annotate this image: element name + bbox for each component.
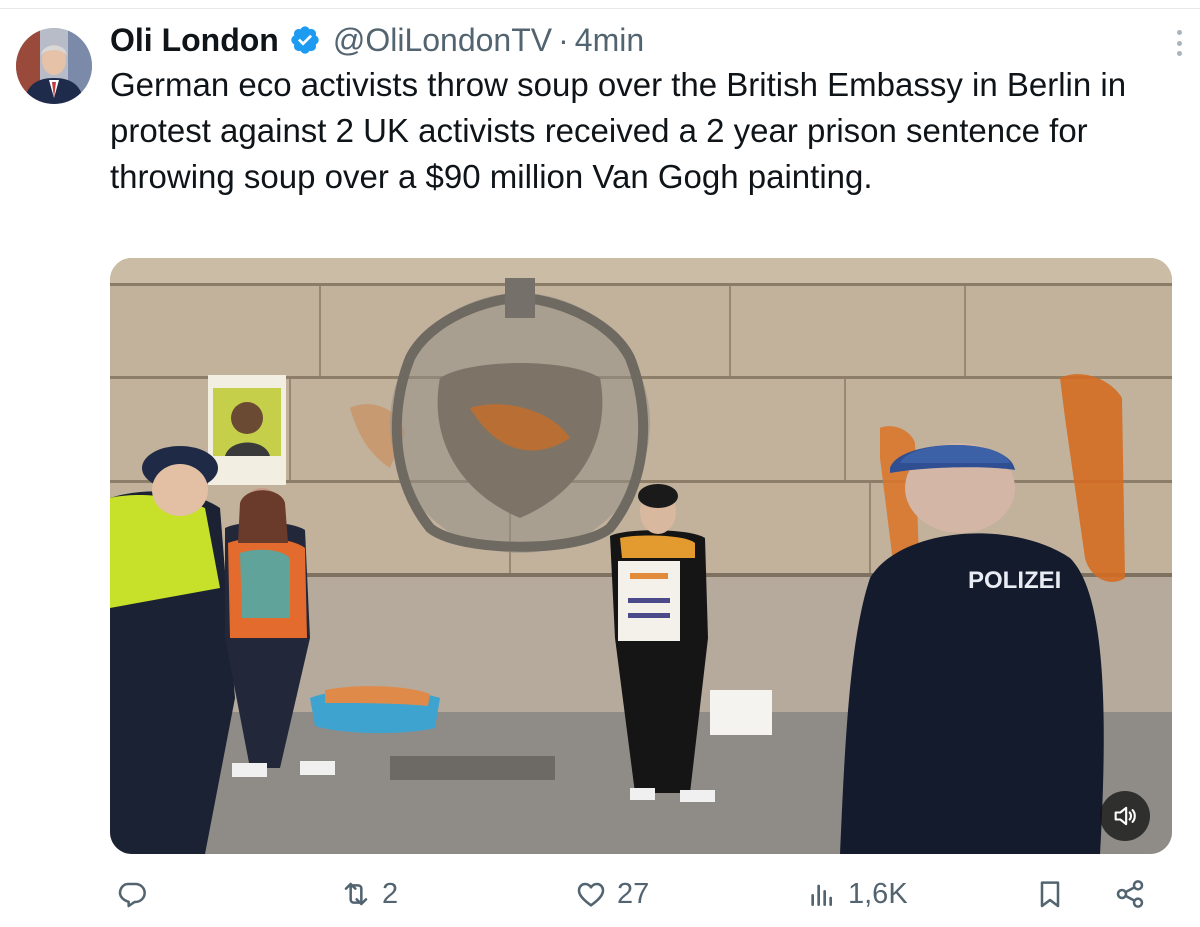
tweet-text: German eco activists throw soup over the… [110, 66, 1127, 195]
tweet-header: Oli London @OliLondonTV · 4min [110, 20, 644, 60]
share-icon [1116, 880, 1144, 908]
verified-badge-icon[interactable] [289, 24, 321, 56]
like-count: 27 [617, 877, 650, 910]
more-dot [1176, 51, 1182, 56]
polizei-label: POLIZEI [968, 567, 1061, 594]
mute-button[interactable] [1100, 791, 1150, 841]
separator-dot: · [558, 21, 569, 58]
reply-button[interactable] [116, 866, 148, 922]
bookmark-button[interactable] [1034, 866, 1066, 922]
speaker-muted-icon [1114, 806, 1136, 826]
more-dot [1176, 40, 1182, 46]
retweet-icon [344, 882, 368, 906]
like-button[interactable]: 27 [575, 866, 649, 922]
views-button[interactable]: 1,6K [806, 866, 908, 922]
views-count: 1,6K [848, 877, 908, 910]
heart-icon [577, 882, 605, 907]
views-bar-chart-icon [811, 884, 832, 906]
video-frame: POLIZEI [110, 258, 1172, 854]
tweet-actions-bar: 2 27 1,6K [0, 866, 1200, 922]
video-media[interactable]: POLIZEI [110, 258, 1172, 854]
timestamp[interactable]: 4min [575, 22, 644, 59]
author-display-name[interactable]: Oli London [110, 22, 279, 59]
retweet-count: 2 [382, 877, 399, 910]
share-button[interactable] [1114, 866, 1146, 922]
reply-icon [118, 882, 146, 908]
top-divider [0, 8, 1200, 9]
more-dot [1176, 30, 1182, 35]
more-options-button[interactable] [1168, 28, 1190, 58]
bookmark-icon [1040, 881, 1060, 908]
profile-photo-icon [16, 28, 92, 104]
avatar[interactable] [16, 28, 92, 104]
retweet-button[interactable]: 2 [340, 866, 398, 922]
author-handle[interactable]: @OliLondonTV [333, 22, 552, 59]
